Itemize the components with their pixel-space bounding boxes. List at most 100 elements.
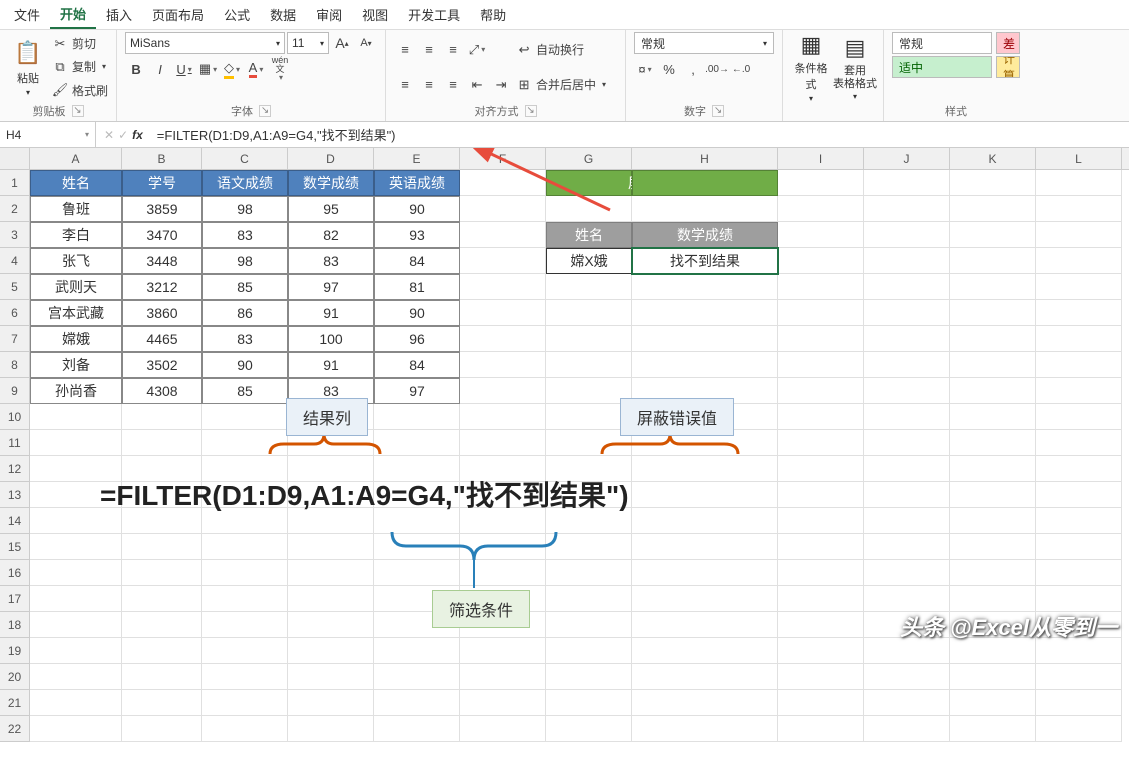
wrap-text-button[interactable]: ↩自动换行 bbox=[516, 39, 606, 61]
cell[interactable] bbox=[632, 664, 778, 690]
cell[interactable] bbox=[460, 716, 546, 742]
cell[interactable] bbox=[460, 170, 546, 196]
cell[interactable] bbox=[632, 326, 778, 352]
cell-style-calc[interactable]: 计算 bbox=[996, 56, 1020, 78]
cell[interactable]: 宫本武藏 bbox=[30, 300, 122, 326]
cell[interactable]: 90 bbox=[374, 300, 460, 326]
cell[interactable] bbox=[202, 690, 288, 716]
cell[interactable] bbox=[1036, 222, 1122, 248]
cell[interactable] bbox=[546, 560, 632, 586]
cell[interactable] bbox=[864, 196, 950, 222]
cell[interactable] bbox=[1036, 326, 1122, 352]
cell[interactable] bbox=[202, 586, 288, 612]
cell[interactable] bbox=[460, 222, 546, 248]
cell[interactable] bbox=[460, 352, 546, 378]
cell[interactable] bbox=[122, 664, 202, 690]
cell[interactable] bbox=[632, 586, 778, 612]
cell[interactable]: 97 bbox=[288, 274, 374, 300]
cell[interactable] bbox=[950, 586, 1036, 612]
underline-button[interactable]: U bbox=[173, 58, 195, 80]
cell[interactable] bbox=[546, 352, 632, 378]
bold-button[interactable]: B bbox=[125, 58, 147, 80]
cell[interactable] bbox=[778, 482, 864, 508]
cell[interactable]: 语文成绩 bbox=[202, 170, 288, 196]
cell[interactable] bbox=[632, 716, 778, 742]
cell[interactable]: 3859 bbox=[122, 196, 202, 222]
cell[interactable]: 90 bbox=[202, 352, 288, 378]
cell[interactable] bbox=[778, 716, 864, 742]
cell[interactable] bbox=[864, 248, 950, 274]
menu-item-帮助[interactable]: 帮助 bbox=[470, 1, 516, 28]
cell[interactable] bbox=[1036, 248, 1122, 274]
cell[interactable] bbox=[30, 586, 122, 612]
cell[interactable]: 91 bbox=[288, 352, 374, 378]
cell[interactable] bbox=[864, 170, 950, 196]
cell[interactable] bbox=[864, 690, 950, 716]
cell[interactable] bbox=[778, 274, 864, 300]
cell[interactable] bbox=[288, 430, 374, 456]
cell[interactable] bbox=[632, 352, 778, 378]
cell[interactable] bbox=[374, 612, 460, 638]
cell[interactable]: 孙尚香 bbox=[30, 378, 122, 404]
cell-style-bad[interactable]: 差 bbox=[996, 32, 1020, 54]
cell[interactable] bbox=[460, 430, 546, 456]
cell[interactable] bbox=[1036, 664, 1122, 690]
cell[interactable] bbox=[864, 430, 950, 456]
cell[interactable] bbox=[778, 430, 864, 456]
cell[interactable]: 姓名 bbox=[30, 170, 122, 196]
cell[interactable]: 3212 bbox=[122, 274, 202, 300]
cell[interactable]: 90 bbox=[374, 196, 460, 222]
row-header[interactable]: 3 bbox=[0, 222, 30, 248]
row-header[interactable]: 18 bbox=[0, 612, 30, 638]
align-right-button[interactable]: ≡ bbox=[442, 74, 464, 96]
format-as-table-button[interactable]: ▤ 套用 表格格式▾ bbox=[835, 32, 875, 102]
cell[interactable] bbox=[632, 404, 778, 430]
cell[interactable] bbox=[30, 664, 122, 690]
cell[interactable] bbox=[546, 716, 632, 742]
cell[interactable] bbox=[864, 300, 950, 326]
align-middle-button[interactable]: ≡ bbox=[418, 39, 440, 61]
enter-icon[interactable]: ✓ bbox=[118, 128, 128, 142]
cell[interactable] bbox=[30, 404, 122, 430]
cell[interactable] bbox=[546, 404, 632, 430]
cell[interactable] bbox=[950, 430, 1036, 456]
dialog-launcher-icon[interactable]: ↘ bbox=[72, 105, 84, 117]
row-header[interactable]: 19 bbox=[0, 638, 30, 664]
cell[interactable] bbox=[864, 508, 950, 534]
cell[interactable]: 98 bbox=[202, 248, 288, 274]
cell[interactable] bbox=[778, 404, 864, 430]
cell[interactable] bbox=[778, 638, 864, 664]
cell[interactable] bbox=[460, 248, 546, 274]
cell[interactable] bbox=[632, 638, 778, 664]
cell[interactable] bbox=[374, 586, 460, 612]
cell[interactable] bbox=[1036, 690, 1122, 716]
align-left-button[interactable]: ≡ bbox=[394, 74, 416, 96]
cell[interactable] bbox=[202, 638, 288, 664]
cell[interactable] bbox=[778, 508, 864, 534]
row-header[interactable]: 16 bbox=[0, 560, 30, 586]
cell[interactable]: 83 bbox=[288, 248, 374, 274]
dialog-launcher-icon[interactable]: ↘ bbox=[259, 105, 271, 117]
col-header[interactable]: L bbox=[1036, 148, 1122, 169]
cell[interactable] bbox=[202, 534, 288, 560]
cell[interactable] bbox=[30, 560, 122, 586]
cell[interactable] bbox=[288, 638, 374, 664]
cell[interactable] bbox=[546, 586, 632, 612]
cell[interactable] bbox=[778, 300, 864, 326]
cell[interactable]: 85 bbox=[202, 378, 288, 404]
cell[interactable] bbox=[202, 430, 288, 456]
cell[interactable]: 姓名 bbox=[546, 222, 632, 248]
cell[interactable] bbox=[546, 690, 632, 716]
row-header[interactable]: 5 bbox=[0, 274, 30, 300]
cell[interactable] bbox=[950, 222, 1036, 248]
cell[interactable] bbox=[288, 560, 374, 586]
cell[interactable] bbox=[460, 534, 546, 560]
cell[interactable] bbox=[864, 404, 950, 430]
cell[interactable] bbox=[950, 534, 1036, 560]
cell[interactable] bbox=[632, 196, 778, 222]
indent-inc-button[interactable]: ⇥ bbox=[490, 74, 512, 96]
cell[interactable] bbox=[864, 274, 950, 300]
cell[interactable] bbox=[546, 378, 632, 404]
cell[interactable]: 85 bbox=[202, 274, 288, 300]
cell[interactable] bbox=[288, 612, 374, 638]
